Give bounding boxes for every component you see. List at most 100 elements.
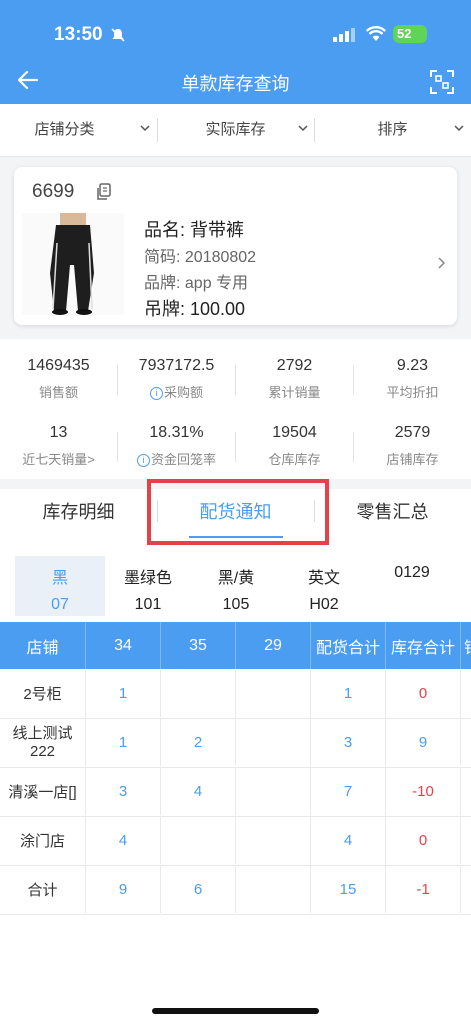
tab-stock-detail[interactable]: 库存明细 bbox=[0, 489, 157, 535]
product-code: 6699 bbox=[32, 181, 75, 202]
stat-label: 仓库库存 bbox=[268, 452, 321, 467]
header-size-35: 35 bbox=[161, 622, 236, 669]
store-cell: 清溪一店[] bbox=[0, 768, 86, 815]
color-code: 105 bbox=[222, 596, 250, 613]
table-row[interactable]: 线上测试222 1 2 3 9 bbox=[0, 719, 471, 768]
table-header: 店铺 34 35 29 配货合计 库存合计 销 bbox=[0, 622, 471, 669]
highlight-box bbox=[147, 479, 329, 545]
stat-value: 7937172.5 bbox=[138, 357, 215, 374]
filter-label: 排序 bbox=[377, 121, 408, 138]
qty-cell: 1 bbox=[86, 719, 161, 766]
qty-cell bbox=[236, 817, 311, 864]
stat-value: 2579 bbox=[394, 424, 431, 441]
scan-icon[interactable] bbox=[429, 69, 455, 95]
info-icon[interactable]: i bbox=[149, 387, 163, 400]
color-option[interactable]: 黑/黄 105 bbox=[191, 556, 281, 616]
qty-cell bbox=[161, 670, 236, 717]
stat-avg-discount: 9.23 平均折扣 bbox=[354, 357, 471, 401]
store-cell: 涂门店 bbox=[0, 817, 86, 864]
app-header: 13:50 52 单款库存查询 bbox=[0, 0, 471, 104]
stat-warehouse-stock: 19504 仓库库存 bbox=[236, 424, 353, 468]
filter-label: 实际库存 bbox=[205, 121, 266, 138]
filter-actual-stock[interactable]: 实际库存 bbox=[157, 104, 314, 156]
header-store: 店铺 bbox=[0, 622, 86, 669]
color-option[interactable]: 墨绿色 101 bbox=[103, 556, 193, 616]
color-code: H02 bbox=[309, 596, 339, 613]
alloc-total-cell: 1 bbox=[311, 670, 386, 717]
page-title: 单款库存查询 bbox=[181, 74, 290, 94]
chevron-down-icon bbox=[454, 125, 464, 132]
product-short-code: 简码: 20180802 bbox=[144, 249, 257, 266]
alloc-total-cell: 15 bbox=[311, 866, 386, 913]
stat-value: 1469435 bbox=[27, 357, 90, 374]
qty-cell: 4 bbox=[86, 817, 161, 864]
color-option[interactable]: 黑 07 bbox=[15, 556, 105, 616]
battery-level: 52 bbox=[397, 26, 412, 41]
home-indicator[interactable] bbox=[152, 1008, 319, 1014]
qty-cell: 1 bbox=[86, 670, 161, 717]
stat-label: 近七天销量> bbox=[22, 452, 95, 467]
qty-cell bbox=[236, 670, 311, 717]
stat-capital-return: 18.31% i 资金回笼率 bbox=[118, 424, 235, 468]
info-icon[interactable]: i bbox=[136, 454, 150, 467]
product-brand: 品牌: app 专用 bbox=[144, 275, 249, 292]
color-name: 墨绿色 bbox=[123, 570, 172, 587]
filter-store-category[interactable]: 店铺分类 bbox=[0, 104, 157, 156]
color-name: 黑/黄 bbox=[217, 570, 255, 587]
color-selector: 黑 07 墨绿色 101 黑/黄 105 英文 H02 0129 bbox=[0, 556, 471, 618]
stats-panel: 1469435 销售额 7937172.5 i 采购额 2792 累计销量 9.2… bbox=[0, 339, 471, 479]
product-name: 品名: 背带裤 bbox=[144, 220, 245, 240]
color-option[interactable]: 0129 bbox=[367, 556, 457, 616]
stock-total-cell: 0 bbox=[386, 817, 461, 864]
chevron-right-icon bbox=[438, 257, 446, 269]
product-tag-price: 吊牌: 100.00 bbox=[144, 299, 246, 319]
stat-purchase: 7937172.5 i 采购额 bbox=[118, 357, 235, 401]
table-row[interactable]: 涂门店 4 4 0 bbox=[0, 817, 471, 866]
header-alloc-total: 配货合计 bbox=[311, 622, 386, 669]
qty-cell bbox=[236, 768, 311, 815]
color-code: 07 bbox=[51, 596, 69, 613]
copy-icon[interactable] bbox=[96, 183, 112, 201]
stat-value: 2792 bbox=[276, 357, 313, 374]
table-row[interactable]: 2号柜 1 1 0 bbox=[0, 670, 471, 719]
color-option[interactable]: 英文 H02 bbox=[279, 556, 369, 616]
stat-label: 平均折扣 bbox=[386, 385, 439, 400]
stat-value: 18.31% bbox=[149, 424, 204, 441]
header-size-29: 29 bbox=[236, 622, 311, 669]
header-stock-total: 库存合计 bbox=[386, 622, 461, 669]
filter-sort[interactable]: 排序 bbox=[314, 104, 471, 156]
table-row[interactable]: 清溪一店[] 3 4 7 -10 bbox=[0, 768, 471, 817]
tab-retail-summary[interactable]: 零售汇总 bbox=[314, 489, 471, 535]
stat-total-sales-qty: 2792 累计销量 bbox=[236, 357, 353, 401]
stat-label: 采购额 bbox=[163, 385, 203, 400]
stock-total-cell: -1 bbox=[386, 866, 461, 913]
alloc-total-cell: 7 bbox=[311, 768, 386, 815]
stat-value: 19504 bbox=[272, 424, 317, 441]
header-size-34: 34 bbox=[86, 622, 161, 669]
stat-label: 资金回笼率 bbox=[150, 452, 216, 467]
product-card[interactable]: 6699 品名: 背带裤 简码: 20180802 品牌: app 专用 吊牌:… bbox=[14, 167, 457, 325]
store-cell: 2号柜 bbox=[0, 670, 86, 717]
product-image bbox=[22, 213, 124, 315]
qty-cell bbox=[161, 817, 236, 864]
store-cell: 线上测试222 bbox=[0, 719, 86, 766]
color-code: 0129 bbox=[394, 564, 430, 581]
table-row-total: 合计 9 6 15 -1 bbox=[0, 866, 471, 915]
signal-icon bbox=[333, 28, 355, 42]
wifi-icon bbox=[366, 26, 386, 41]
qty-cell: 4 bbox=[161, 768, 236, 815]
stock-total-cell: 0 bbox=[386, 670, 461, 717]
color-code: 101 bbox=[134, 596, 162, 613]
stat-label: 销售额 bbox=[38, 385, 78, 400]
status-time: 13:50 bbox=[54, 24, 103, 45]
qty-cell bbox=[236, 866, 311, 913]
store-cell: 合计 bbox=[0, 866, 86, 913]
stat-7day-sales[interactable]: 13 近七天销量> bbox=[0, 424, 117, 468]
stat-value: 9.23 bbox=[396, 357, 429, 374]
stat-label: 店铺库存 bbox=[386, 452, 439, 467]
qty-cell: 2 bbox=[161, 719, 236, 766]
chevron-down-icon bbox=[298, 125, 308, 132]
header-sales: 销 bbox=[461, 622, 471, 669]
chevron-down-icon bbox=[140, 125, 150, 132]
bell-muted-icon bbox=[111, 28, 125, 42]
